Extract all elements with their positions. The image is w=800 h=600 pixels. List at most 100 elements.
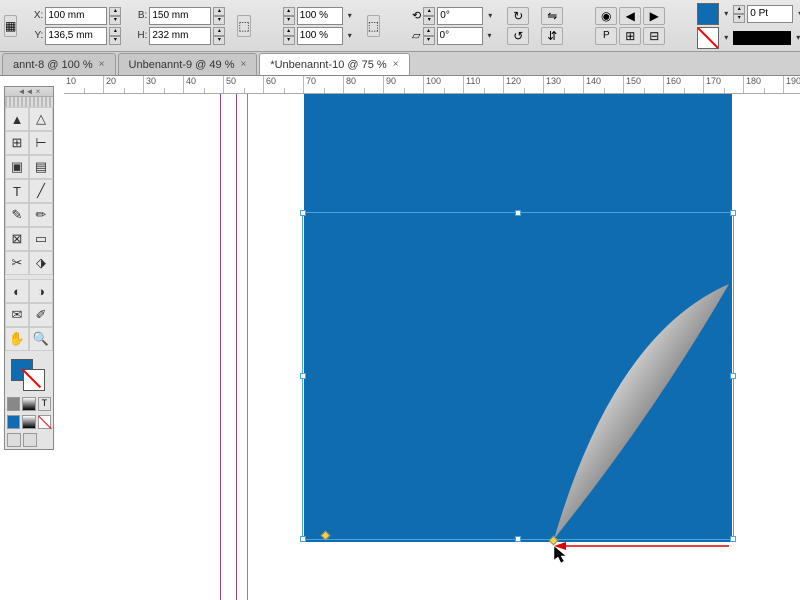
fill-stroke-proxy[interactable] xyxy=(5,355,53,395)
reference-point-icon[interactable]: ▦ xyxy=(4,15,17,37)
dropdown-icon[interactable]: ▾ xyxy=(795,9,800,18)
tab-document-3[interactable]: *Unbenannt-10 @ 75 % × xyxy=(259,53,409,75)
pen-tool[interactable]: ✎ xyxy=(5,203,29,227)
flip-v-icon[interactable]: ⇵ xyxy=(541,27,563,45)
content-collector-tool[interactable]: ▣ xyxy=(5,155,29,179)
format-none-icon[interactable] xyxy=(38,415,51,429)
y-spinner[interactable]: ▴▾ xyxy=(109,27,121,45)
rotate-ccw-icon[interactable]: ↺ xyxy=(507,27,529,45)
rotate-spinner[interactable]: ▴▾ xyxy=(423,7,435,25)
shear-input[interactable] xyxy=(437,27,483,45)
h-input[interactable] xyxy=(149,27,211,45)
apply-gradient-icon[interactable] xyxy=(22,397,35,411)
close-icon[interactable]: × xyxy=(393,59,399,70)
apply-text-icon[interactable]: T xyxy=(38,397,51,411)
document-tab-bar: annt-8 @ 100 % × Unbenannt-9 @ 49 % × *U… xyxy=(0,52,800,76)
format-gradient-icon[interactable] xyxy=(22,415,35,429)
h-spinner[interactable]: ▴▾ xyxy=(213,27,225,45)
free-transform-tool[interactable]: ⬗ xyxy=(29,251,53,275)
rotate-cw-icon[interactable]: ↻ xyxy=(507,7,529,25)
scaley-spinner[interactable]: ▴▾ xyxy=(283,27,295,45)
shear-spinner[interactable]: ▴▾ xyxy=(423,27,435,45)
constrain-scale-icon[interactable]: ⬚ xyxy=(367,15,380,37)
ruler-tick: 60 xyxy=(264,76,304,93)
close-icon[interactable]: × xyxy=(240,59,246,70)
canvas[interactable] xyxy=(64,94,800,600)
hand-tool[interactable]: ✋ xyxy=(5,327,29,351)
scissors-tool[interactable]: ✂ xyxy=(5,251,29,275)
dropdown-icon[interactable]: ▾ xyxy=(485,31,495,40)
line-tool[interactable]: ╱ xyxy=(29,179,53,203)
stroke-weight-input[interactable] xyxy=(747,5,793,23)
x-input[interactable] xyxy=(45,7,107,25)
w-input[interactable] xyxy=(149,7,211,25)
direct-selection-tool[interactable]: △ xyxy=(29,107,53,131)
guide-vertical[interactable] xyxy=(220,94,221,600)
dropdown-icon[interactable]: ▾ xyxy=(721,33,731,42)
rotate-icon: ⟲ xyxy=(412,9,421,22)
dropdown-icon[interactable]: ▾ xyxy=(485,11,495,20)
annotation-arrow xyxy=(554,540,734,552)
close-icon[interactable]: × xyxy=(99,59,105,70)
scalex-input[interactable] xyxy=(297,7,343,25)
ruler-tick: 160 xyxy=(664,76,704,93)
rotate-input[interactable] xyxy=(437,7,483,25)
tab-label: Unbenannt-9 @ 49 % xyxy=(129,59,235,71)
panel-grip[interactable] xyxy=(5,97,53,107)
format-fill-icon[interactable] xyxy=(7,415,20,429)
flip-h-icon[interactable]: ⇋ xyxy=(541,7,563,25)
x-spinner[interactable]: ▴▾ xyxy=(109,7,121,25)
tab-document-2[interactable]: Unbenannt-9 @ 49 % × xyxy=(118,53,258,75)
w-spinner[interactable]: ▴▾ xyxy=(213,7,225,25)
ruler-tick: 130 xyxy=(544,76,584,93)
stroke-proxy[interactable] xyxy=(23,369,45,391)
content-placer-tool[interactable]: ▤ xyxy=(29,155,53,179)
panel-collapse-icon[interactable]: ◄◄ × xyxy=(5,87,53,97)
distribute-icon[interactable]: ⊟ xyxy=(643,27,665,45)
stroke-spinner[interactable]: ▴▾ xyxy=(733,5,745,23)
gradient-swatch-tool[interactable]: ◐ xyxy=(5,279,29,303)
gradient-feather-tool[interactable]: ◑ xyxy=(29,279,53,303)
page-curl-object[interactable] xyxy=(524,274,744,554)
view-mode-normal-icon[interactable] xyxy=(7,433,21,447)
dropdown-icon[interactable]: ▾ xyxy=(793,33,800,42)
fill-swatch[interactable] xyxy=(697,3,719,25)
stroke-swatch[interactable] xyxy=(697,27,719,49)
w-label: B: xyxy=(133,10,147,21)
zoom-tool[interactable]: 🔍 xyxy=(29,327,53,351)
y-input[interactable] xyxy=(45,27,107,45)
horizontal-ruler[interactable]: 10 20 30 40 50 60 70 80 90 100 110 120 1… xyxy=(64,76,800,94)
text-wrap-icon[interactable]: P xyxy=(595,27,617,45)
ruler-tick: 30 xyxy=(144,76,184,93)
align-icon[interactable]: ⊞ xyxy=(619,27,641,45)
stroke-style-sample[interactable] xyxy=(733,31,791,45)
gap-tool[interactable]: ⊢ xyxy=(29,131,53,155)
eyedropper-tool[interactable]: ✐ xyxy=(29,303,53,327)
tab-document-1[interactable]: annt-8 @ 100 % × xyxy=(2,53,116,75)
select-prev-icon[interactable]: ◀ xyxy=(619,7,641,25)
ruler-tick: 100 xyxy=(424,76,464,93)
dropdown-icon[interactable]: ▾ xyxy=(345,31,355,40)
ruler-tick: 140 xyxy=(584,76,624,93)
scaley-input[interactable] xyxy=(297,27,343,45)
apply-color-icon[interactable] xyxy=(7,397,20,411)
scalex-spinner[interactable]: ▴▾ xyxy=(283,7,295,25)
selection-tool[interactable]: ▲ xyxy=(5,107,29,131)
dropdown-icon[interactable]: ▾ xyxy=(345,11,355,20)
select-next-icon[interactable]: ▶ xyxy=(643,7,665,25)
ruler-tick: 190 xyxy=(784,76,800,93)
type-tool[interactable]: T xyxy=(5,179,29,203)
note-tool[interactable]: ✉ xyxy=(5,303,29,327)
dropdown-icon[interactable]: ▾ xyxy=(721,9,731,18)
page-tool[interactable]: ⊞ xyxy=(5,131,29,155)
y-label: Y: xyxy=(29,30,43,41)
select-content-icon[interactable]: ◉ xyxy=(595,7,617,25)
rectangle-tool[interactable]: ▭ xyxy=(29,227,53,251)
pencil-tool[interactable]: ✏ xyxy=(29,203,53,227)
constrain-link-icon[interactable]: ⬚ xyxy=(237,15,250,37)
ruler-tick: 180 xyxy=(744,76,784,93)
rectangle-frame-tool[interactable]: ⊠ xyxy=(5,227,29,251)
guide-vertical[interactable] xyxy=(236,94,237,600)
view-mode-preview-icon[interactable] xyxy=(23,433,37,447)
control-bar: ▦ X: ▴▾ Y: ▴▾ B: ▴▾ H: ▴▾ ⬚ ▴▾ ▾ xyxy=(0,0,800,52)
